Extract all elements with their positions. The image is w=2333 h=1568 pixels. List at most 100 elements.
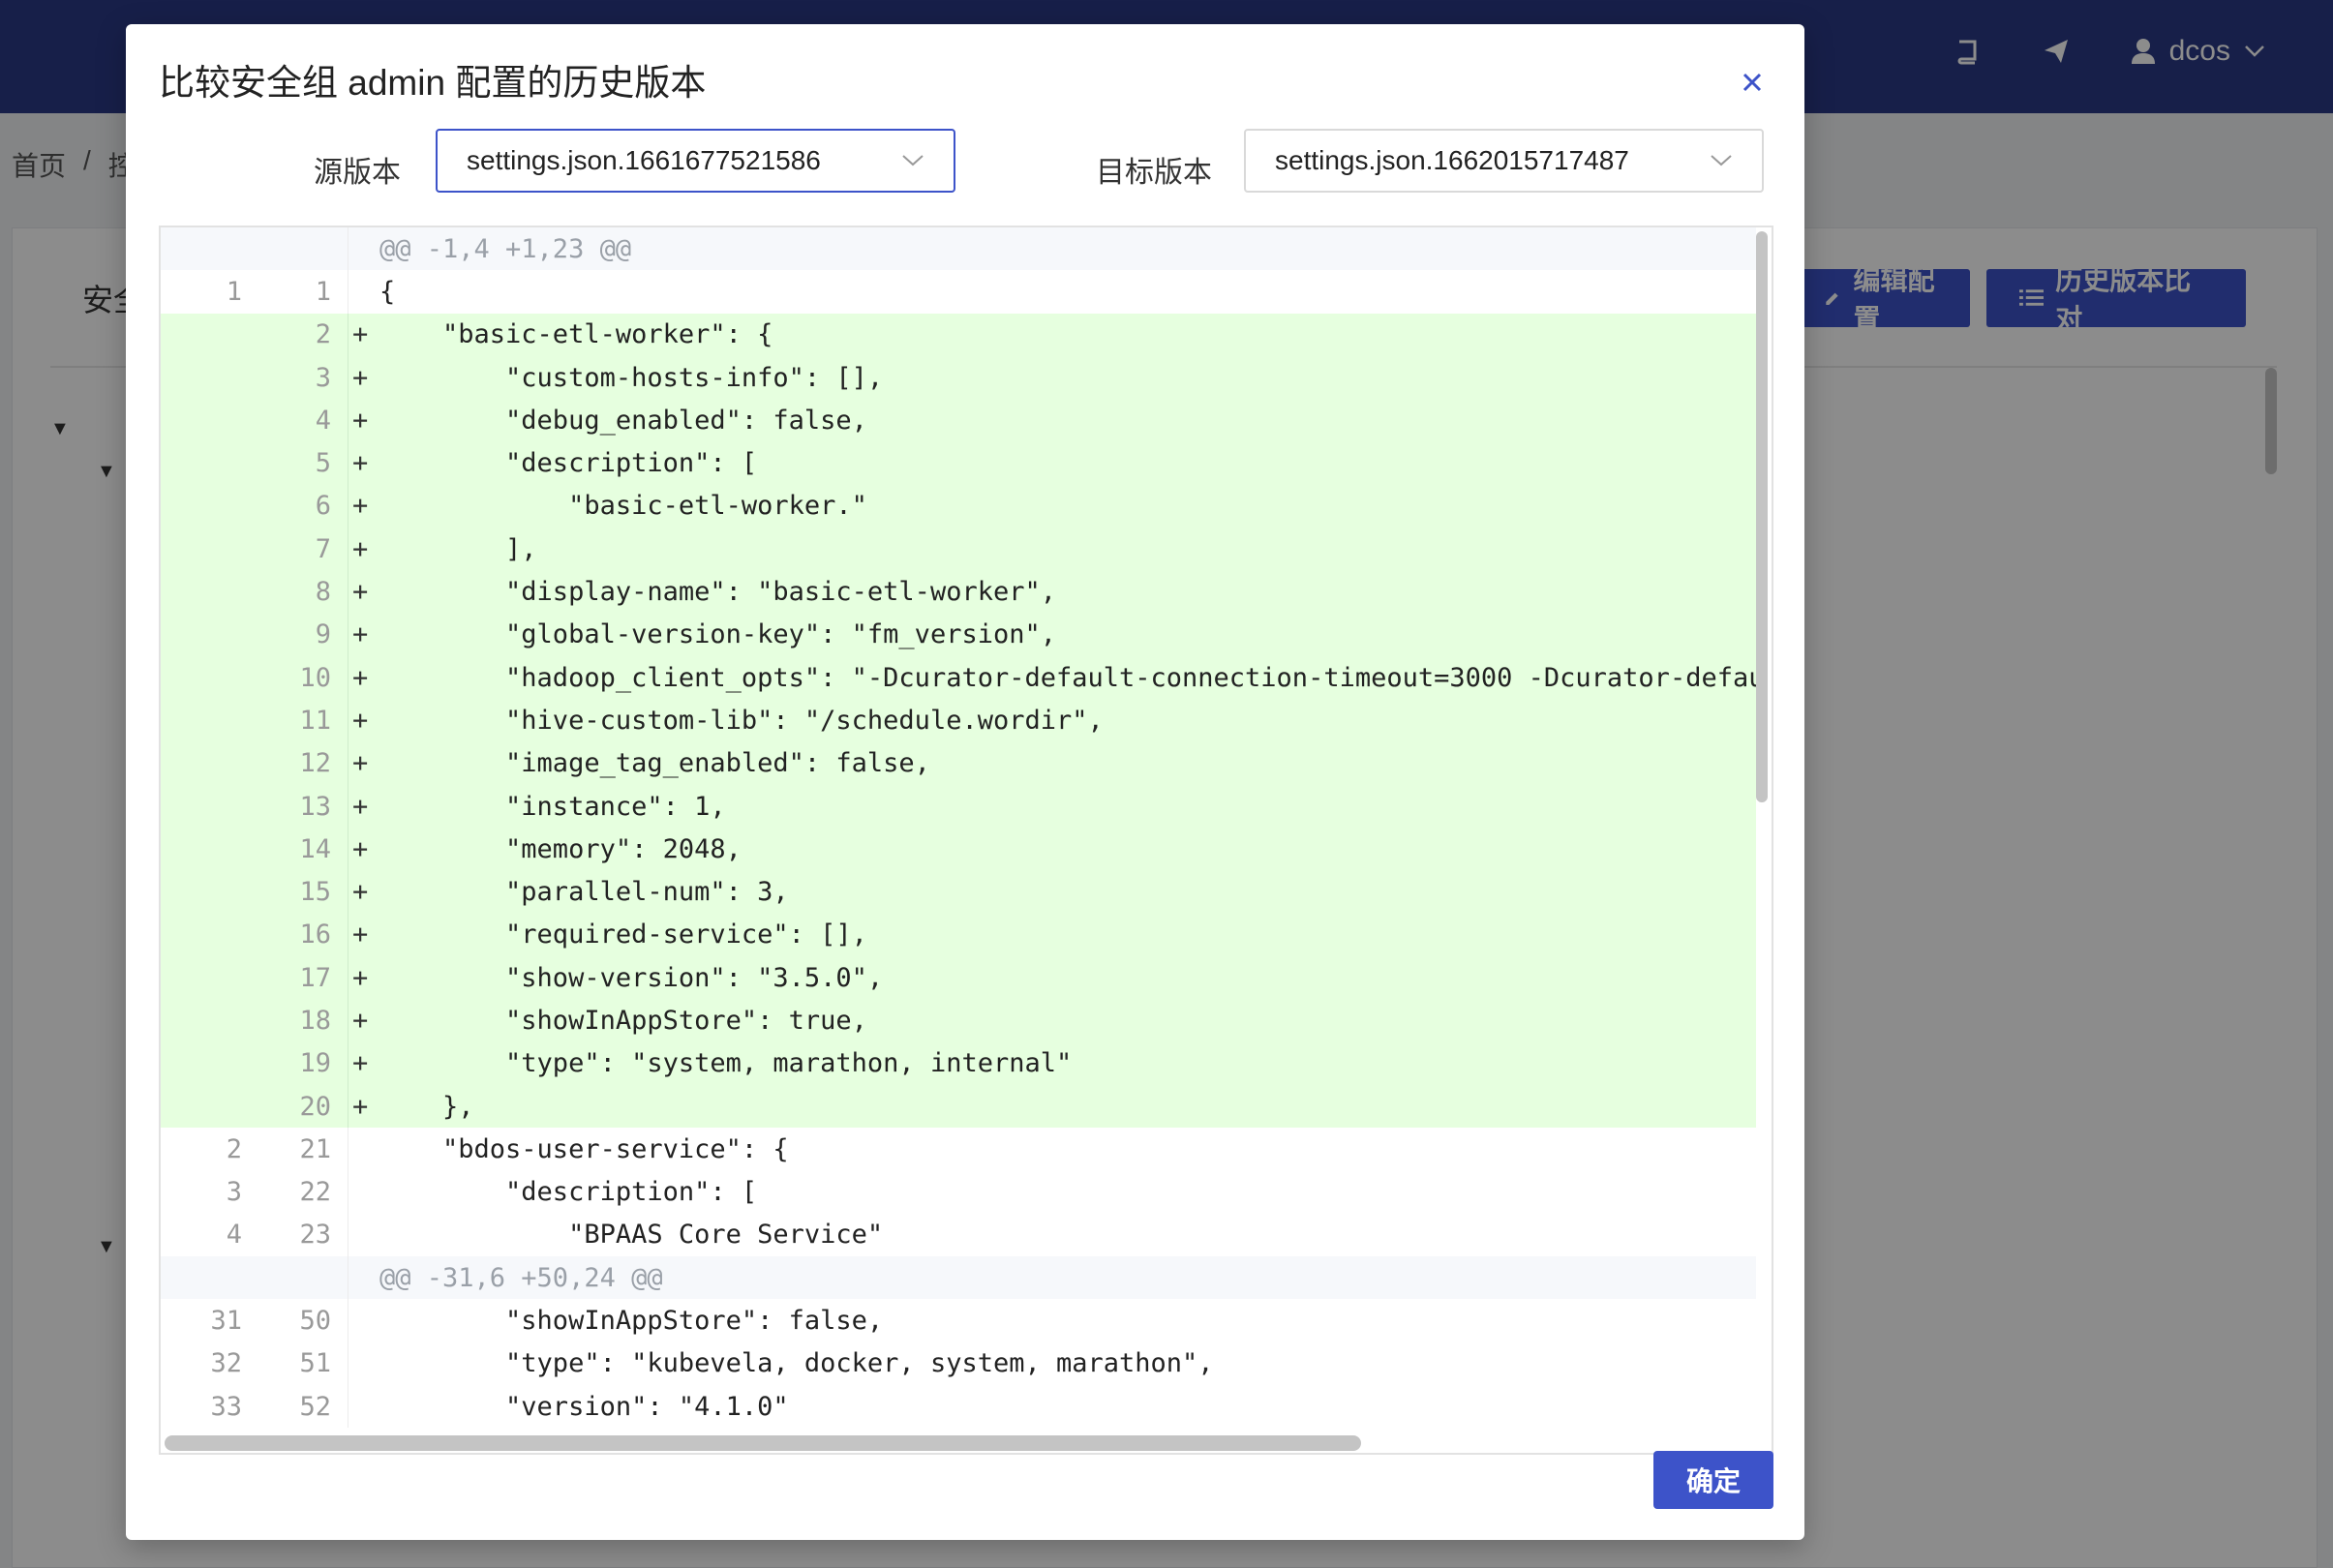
source-version-value: settings.json.1661677521586 (467, 145, 821, 175)
diff-marker: + (352, 662, 369, 693)
old-line-number: 1 (226, 276, 242, 307)
new-line-number: 16 (254, 913, 348, 957)
code-text: "instance": 1, (379, 791, 726, 822)
code-text: "type": "system, marathon, internal" (379, 1048, 1073, 1079)
diff-added-line: 15 + "parallel-num": 3, (161, 870, 1756, 914)
code-text: "type": "kubevela, docker, system, marat… (379, 1348, 1214, 1379)
diff-marker: + (352, 533, 369, 564)
diff-marker: + (352, 1091, 369, 1122)
code-text: "description": [ (379, 448, 758, 479)
diff-added-line: 5 + "description": [ (161, 441, 1756, 485)
diff-marker: + (352, 791, 369, 822)
diff-marker: + (352, 362, 369, 393)
diff-added-line: 14 + "memory": 2048, (161, 828, 1756, 871)
diff-context-line: 33 52 "version": "4.1.0" (161, 1385, 1756, 1429)
code-text: "display-name": "basic-etl-worker", (379, 577, 1056, 608)
target-version-value: settings.json.1662015717487 (1275, 145, 1629, 175)
diff-added-line: 16 + "required-service": [], (161, 913, 1756, 957)
diff-marker: + (352, 962, 369, 993)
code-text: "memory": 2048, (379, 833, 742, 864)
dialog-title: 比较安全组 admin 配置的历史版本 (159, 63, 707, 103)
new-line-number: 8 (254, 570, 348, 614)
target-version-select[interactable]: settings.json.1662015717487 (1244, 129, 1764, 193)
new-line-number: 21 (254, 1128, 348, 1171)
new-line-number: 18 (254, 999, 348, 1042)
diff-marker: + (352, 319, 369, 350)
diff-context-line: 2 21 "bdos-user-service": { (161, 1128, 1756, 1171)
diff-added-line: 18 + "showInAppStore": true, (161, 999, 1756, 1042)
diff-context-line: 32 51 "type": "kubevela, docker, system, … (161, 1342, 1756, 1386)
new-line-number: 22 (254, 1170, 348, 1214)
code-text: "basic-etl-worker." (379, 491, 867, 522)
new-line-number: 11 (254, 699, 348, 742)
new-line-number: 51 (254, 1342, 348, 1386)
diff-added-line: 2 + "basic-etl-worker": { (161, 313, 1756, 356)
diff-horizontal-scrollbar[interactable] (165, 1435, 1361, 1451)
diff-marker: + (352, 877, 369, 908)
new-line-number: 20 (254, 1084, 348, 1129)
diff-added-line: 11 + "hive-custom-lib": "/schedule.wordir… (161, 699, 1756, 742)
code-text: "show-version": "3.5.0", (379, 962, 884, 993)
code-text: @@ -31,6 +50,24 @@ (379, 1262, 663, 1293)
diff-marker: + (352, 920, 369, 950)
diff-added-line: 10 + "hadoop_client_opts": "-Dcurator-def… (161, 655, 1756, 700)
new-line-number: 3 (254, 355, 348, 400)
diff-added-line: 13 + "instance": 1, (161, 784, 1756, 829)
old-line-number: 33 (210, 1391, 242, 1422)
code-text: "required-service": [], (379, 920, 867, 950)
new-line-number: 1 (254, 270, 348, 314)
code-text: "image_tag_enabled": false, (379, 748, 930, 779)
new-line-number (254, 227, 348, 271)
diff-added-line: 17 + "show-version": "3.5.0", (161, 956, 1756, 1000)
diff-marker: + (352, 577, 369, 608)
new-line-number: 50 (254, 1299, 348, 1342)
new-line-number: 15 (254, 870, 348, 914)
diff-marker: + (352, 491, 369, 522)
code-text: "basic-etl-worker": { (379, 319, 773, 350)
diff-marker: + (352, 705, 369, 736)
source-version-select[interactable]: settings.json.1661677521586 (436, 129, 955, 193)
diff-marker: + (352, 833, 369, 864)
code-text: "custom-hosts-info": [], (379, 362, 884, 393)
new-line-number: 5 (254, 441, 348, 485)
new-line-number: 10 (254, 655, 348, 700)
new-line-number: 2 (254, 313, 348, 356)
target-version-label: 目标版本 (1096, 157, 1212, 189)
code-text: "hive-custom-lib": "/schedule.wordir", (379, 705, 1104, 736)
diff-lines: @@ -1,4 +1,23 @@ 1 1{2 + "basic-etl-worker"… (161, 227, 1756, 1429)
diff-added-line: 6 + "basic-etl-worker." (161, 484, 1756, 528)
diff-added-line: 7 + ], (161, 528, 1756, 571)
new-line-number: 9 (254, 613, 348, 656)
diff-marker: + (352, 748, 369, 779)
diff-added-line: 19 + "type": "system, marathon, internal" (161, 1041, 1756, 1085)
chevron-down-icon (1711, 155, 1732, 166)
new-line-number: 13 (254, 784, 348, 829)
diff-hunk-header: @@ -1,4 +1,23 @@ (161, 227, 1756, 271)
source-version-label: 源版本 (314, 157, 401, 189)
diff-hunk-header: @@ -31,6 +50,24 @@ (161, 1256, 1756, 1300)
new-line-number (254, 1256, 348, 1300)
diff-marker: + (352, 619, 369, 650)
code-text: "bdos-user-service": { (379, 1133, 789, 1164)
diff-vertical-scrollbar[interactable] (1756, 231, 1768, 802)
code-text: "global-version-key": "fm_version", (379, 619, 1056, 650)
diff-added-line: 8 + "display-name": "basic-etl-worker", (161, 570, 1756, 614)
diff-added-line: 4 + "debug_enabled": false, (161, 399, 1756, 442)
diff-marker: + (352, 448, 369, 479)
old-line-number: 32 (210, 1348, 242, 1379)
code-text: "debug_enabled": false, (379, 405, 867, 436)
code-text: "version": "4.1.0" (379, 1391, 789, 1422)
new-line-number: 12 (254, 741, 348, 785)
code-text: ], (379, 533, 537, 564)
close-icon[interactable] (1735, 65, 1770, 100)
diff-context-line: 4 23 "BPAAS Core Service" (161, 1213, 1756, 1257)
diff-added-line: 12 + "image_tag_enabled": false, (161, 741, 1756, 785)
code-text: }, (379, 1091, 474, 1122)
diff-context-line: 31 50 "showInAppStore": false, (161, 1299, 1756, 1342)
code-text: "description": [ (379, 1177, 758, 1208)
diff-context-line: 1 1 { (161, 270, 1756, 314)
ok-button[interactable]: 确定 (1653, 1451, 1773, 1509)
old-line-number: 3 (226, 1177, 242, 1208)
diff-viewer[interactable]: @@ -1,4 +1,23 @@ 1 1{2 + "basic-etl-worker"… (159, 226, 1773, 1455)
diff-added-line: 20 + }, (161, 1084, 1756, 1129)
